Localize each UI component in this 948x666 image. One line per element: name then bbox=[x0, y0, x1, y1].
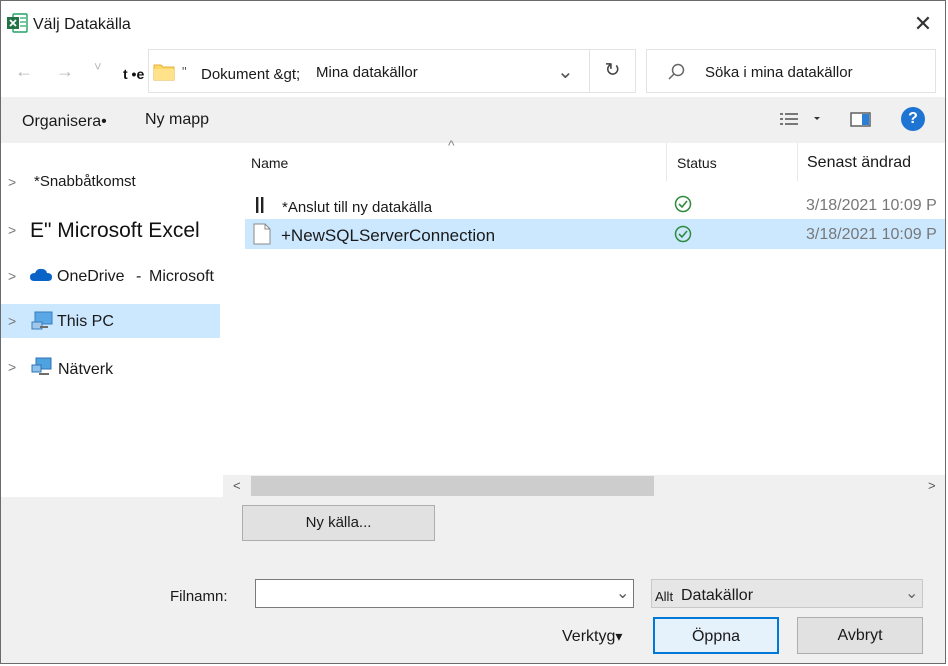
network-icon bbox=[31, 357, 53, 377]
file-modified-date: 3/18/2021 10:09 P bbox=[806, 226, 937, 243]
scroll-right-icon[interactable]: > bbox=[928, 478, 936, 493]
folder-icon bbox=[152, 60, 176, 82]
tools-menu-button[interactable]: Verktyg▾ bbox=[562, 628, 622, 646]
horizontal-scrollbar[interactable]: < > bbox=[223, 475, 945, 497]
cloud-icon bbox=[29, 267, 53, 283]
view-options-icon[interactable] bbox=[779, 110, 825, 130]
connect-icon bbox=[255, 196, 265, 214]
file-type-prefix: Allt bbox=[655, 589, 674, 604]
sidebar-item-network[interactable]: > Nätverk bbox=[1, 352, 220, 386]
chevron-down-icon[interactable]: ⌄ bbox=[905, 583, 918, 603]
navigation-bar: ← → ˅ t •e " Dokument &gt; Mina datakäll… bbox=[1, 45, 945, 97]
breadcrumb-my-data-sources[interactable]: Mina datakällor bbox=[316, 64, 418, 81]
sidebar-item-label: This PC bbox=[57, 313, 114, 330]
sort-ascending-icon: ^ bbox=[448, 137, 455, 153]
excel-icon bbox=[6, 12, 28, 34]
forward-arrow-icon[interactable]: → bbox=[56, 61, 74, 82]
chevron-right-icon[interactable]: > bbox=[8, 313, 16, 329]
new-folder-button[interactable]: Ny mapp bbox=[145, 111, 209, 129]
navigation-pane: > *Snabbåtkomst > E" Microsoft Excel > O… bbox=[1, 143, 223, 497]
file-row[interactable]: *Anslut till ny datakälla 3/18/2021 10:0… bbox=[245, 191, 945, 221]
caret-down-icon: ▾ bbox=[615, 628, 623, 644]
address-bar[interactable]: " Dokument &gt; Mina datakällor ⌄ bbox=[148, 49, 590, 93]
preview-pane-icon[interactable] bbox=[850, 111, 872, 129]
sidebar-item-label: E" Microsoft Excel bbox=[30, 219, 200, 242]
sidebar-item-this-pc[interactable]: > This PC bbox=[1, 304, 220, 338]
chevron-down-icon[interactable]: ⌄ bbox=[616, 583, 629, 603]
column-header-name[interactable]: Name bbox=[251, 155, 288, 171]
column-header-date-modified[interactable]: Senast ändrad bbox=[807, 154, 911, 172]
filename-label: Filnamn: bbox=[170, 588, 228, 605]
file-name: *Anslut till ny datakälla bbox=[282, 199, 433, 216]
sidebar-item-separator: - bbox=[136, 268, 142, 285]
breadcrumb-documents[interactable]: Dokument &gt; bbox=[201, 66, 300, 83]
sidebar-item-label: Microsoft bbox=[149, 268, 214, 285]
sidebar-item-label: *Snabbåtkomst bbox=[34, 173, 136, 190]
new-source-button[interactable]: Ny källa... bbox=[242, 505, 435, 541]
sidebar-item-onedrive[interactable]: > OneDrive - Microsoft bbox=[1, 259, 220, 293]
organize-button[interactable]: Organisera• bbox=[22, 113, 107, 131]
title-bar: Välj Datakälla ✕ bbox=[1, 1, 945, 45]
dialog-footer: Ny källa... Filnamn: ⌄ Allt Datakällor ⌄… bbox=[1, 497, 945, 663]
back-arrow-icon[interactable]: ← bbox=[15, 61, 33, 82]
chevron-right-icon[interactable]: > bbox=[8, 359, 16, 375]
synced-check-icon bbox=[673, 194, 693, 214]
file-name: +NewSQLServerConnection bbox=[281, 226, 496, 245]
column-divider[interactable] bbox=[666, 143, 667, 181]
chevron-right-icon[interactable]: > bbox=[8, 222, 16, 238]
synced-check-icon bbox=[673, 224, 693, 244]
chevron-right-icon[interactable]: > bbox=[8, 174, 16, 190]
window-title: Välj Datakälla bbox=[33, 16, 131, 33]
open-button[interactable]: Öppna bbox=[653, 617, 779, 654]
file-type-select[interactable]: Allt Datakällor ⌄ bbox=[651, 579, 923, 608]
file-row-selected[interactable]: +NewSQLServerConnection 3/18/2021 10:09 … bbox=[245, 219, 945, 249]
close-icon[interactable]: ✕ bbox=[911, 13, 935, 37]
search-icon bbox=[667, 62, 687, 82]
column-header-status[interactable]: Status bbox=[677, 155, 717, 171]
sidebar-item-quick-access[interactable]: > *Snabbåtkomst bbox=[1, 165, 220, 199]
file-type-value: Datakällor bbox=[681, 587, 754, 604]
sidebar-item-label: Nätverk bbox=[58, 361, 114, 378]
file-icon bbox=[253, 223, 271, 245]
chevron-right-icon[interactable]: > bbox=[8, 268, 16, 284]
refresh-icon[interactable]: ↻ bbox=[590, 49, 636, 93]
help-icon[interactable]: ? bbox=[901, 107, 925, 131]
file-list-pane: ^ Name Status Senast ändrad *Anslut till… bbox=[223, 137, 945, 497]
sidebar-item-label: OneDrive bbox=[57, 268, 125, 285]
column-divider[interactable] bbox=[797, 143, 798, 181]
cancel-button[interactable]: Avbryt bbox=[797, 617, 923, 654]
scrollbar-thumb[interactable] bbox=[251, 476, 654, 496]
recent-locations-icon[interactable]: ˅ bbox=[94, 59, 102, 74]
file-modified-date: 3/18/2021 10:09 P bbox=[806, 197, 937, 214]
chevron-down-icon[interactable]: ⌄ bbox=[557, 59, 574, 84]
command-toolbar: Organisera• Ny mapp ? bbox=[1, 97, 945, 143]
address-quote: " bbox=[182, 64, 187, 79]
tools-label: Verktyg bbox=[562, 628, 616, 645]
search-input[interactable]: Söka i mina datakällor bbox=[705, 64, 853, 81]
sidebar-item-microsoft-excel[interactable]: > E" Microsoft Excel bbox=[1, 213, 220, 247]
scroll-left-icon[interactable]: < bbox=[233, 478, 241, 493]
computer-icon bbox=[30, 311, 54, 331]
search-box[interactable]: Söka i mina datakällor bbox=[646, 49, 936, 93]
path-fragment: t •e bbox=[123, 66, 145, 82]
filename-input[interactable]: ⌄ bbox=[255, 579, 634, 608]
